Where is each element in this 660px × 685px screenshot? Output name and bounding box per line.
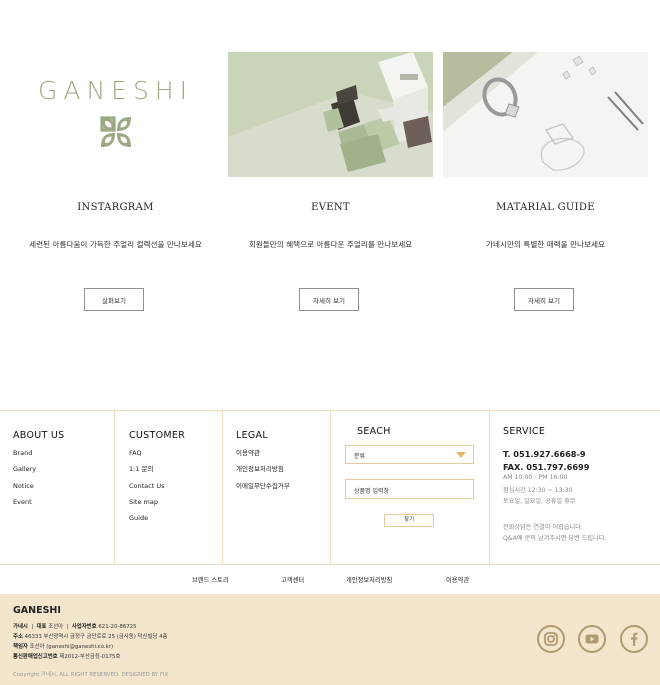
service-heading: SERVICE [503, 426, 546, 437]
logo-wordmark: GANESHI [37, 76, 193, 105]
service-hours: AM 10:00 - PM 16:00 [503, 474, 568, 481]
instagram-icon[interactable] [537, 625, 565, 653]
event-scene-illustration [228, 52, 433, 177]
divider: | [29, 624, 37, 630]
card-title: INSTARGRAM [77, 202, 154, 213]
card-event: EVENT 회원들만의 혜택으로 아름다운 주얼리를 만나보세요 자세히 보기 [228, 52, 433, 311]
mail-order-label: 통신판매업신고번호 [13, 654, 58, 660]
card-description: 가네시만의 특별한 매력을 만나보세요 [485, 240, 606, 249]
company-line-4: 통신판매업신고번호 제2012-부산금정-0175호 [13, 652, 120, 660]
footer-link-gallery[interactable]: Gallery [13, 464, 36, 480]
search-button[interactable]: 찾기 [384, 514, 434, 527]
search-heading: SEACH [357, 426, 391, 437]
footer-link-faq[interactable]: FAQ [129, 448, 165, 464]
service-notice-1: 전화상담은 연결이 어렵습니다. [503, 524, 583, 531]
guide-detail-button[interactable]: 자세히 보기 [514, 288, 574, 311]
business-number-label: 사업자번호 [71, 624, 97, 630]
jewelry-illustration [443, 52, 648, 177]
footer-link-guide[interactable]: Guide [129, 513, 165, 529]
address-value: 46333 부산광역시 금정구 금단로로 25 (금사동) 덕신빌딩 4층 [24, 634, 168, 640]
footer-link-notice[interactable]: Notice [13, 481, 36, 497]
footer-link-brand[interactable]: Brand [13, 448, 36, 464]
mail-order-value: 제2012-부산금정-0175호 [59, 654, 121, 660]
footer-link-terms[interactable]: 이용약관 [236, 448, 290, 464]
instagram-glyph [544, 632, 558, 646]
manager-label: 책임자 [13, 644, 28, 650]
divider: | [64, 624, 72, 630]
link-terms[interactable]: 이용약관 [446, 575, 469, 584]
legal-column: LEGAL 이용약관 개인정보처리방침 이메일무단수집거부 [223, 411, 331, 565]
service-notice-2: Q&A에 문의 남겨주시면 답변 드립니다. [503, 535, 607, 542]
dropdown-arrow-icon [456, 452, 466, 458]
copyright: Copyright 가네시. ALL RIGHT RESERVED. DESIG… [13, 672, 169, 678]
company-label: 가네시 [13, 624, 28, 630]
company-line-1: 가네시 | 대표 조선아 | 사업자번호 621-20-86725 [13, 622, 137, 630]
company-info: GANESHI 가네시 | 대표 조선아 | 사업자번호 621-20-8672… [0, 594, 660, 685]
footer-link-email-refusal[interactable]: 이메일무단수집거부 [236, 481, 290, 497]
youtube-glyph [585, 634, 599, 644]
event-image[interactable] [228, 52, 433, 177]
facebook-icon[interactable] [620, 625, 648, 653]
card-instagram: GANESHI INSTARGRAM 세련된 아름다움이 가득한 주얼리 컬렉션… [13, 52, 218, 311]
category-select[interactable]: 분류 [345, 445, 474, 464]
promo-cards: GANESHI INSTARGRAM 세련된 아름다움이 가득한 주얼리 컬렉션… [13, 52, 648, 312]
company-line-2: 주소 46333 부산광역시 금정구 금단로로 25 (금사동) 덕신빌딩 4층 [13, 632, 167, 640]
search-column: SEACH 분류 상품명 입력창 찾기 [331, 411, 490, 565]
card-material-guide: MATARIAL GUIDE 가네시만의 특별한 매력을 만나보세요 자세히 보… [443, 52, 648, 311]
legal-heading: LEGAL [236, 430, 268, 441]
legal-list: 이용약관 개인정보처리방침 이메일무단수집거부 [236, 448, 290, 497]
service-lunch: 점심시간 12:30 ~ 13:30 [503, 487, 573, 494]
service-fax: FAX. 051.797.6699 [503, 462, 590, 472]
product-search-input[interactable]: 상품명 입력창 [345, 479, 474, 499]
customer-list: FAQ 1:1 문의 Contact Us Site map Guide [129, 448, 165, 529]
customer-heading: CUSTOMER [129, 430, 186, 441]
address-label: 주소 [13, 634, 23, 640]
footer-link-contact[interactable]: Contact Us [129, 481, 165, 497]
ceo-value: 조선아 [48, 624, 64, 630]
facebook-glyph [631, 632, 638, 646]
material-guide-image[interactable] [443, 52, 648, 177]
card-title: MATARIAL GUIDE [496, 202, 595, 213]
link-customer-center[interactable]: 고객센터 [281, 575, 304, 584]
category-select-value: 분류 [354, 453, 366, 460]
brand-logo-image[interactable]: GANESHI [13, 52, 218, 177]
instagram-view-button[interactable]: 살펴보기 [84, 288, 144, 311]
customer-column: CUSTOMER FAQ 1:1 문의 Contact Us Site map … [115, 411, 223, 565]
about-heading: ABOUT US [13, 430, 65, 441]
manager-value: 조선아 (ganeshi@ganeshi.co.kr) [29, 644, 114, 650]
company-line-3: 책임자 조선아 (ganeshi@ganeshi.co.kr) [13, 642, 113, 650]
link-brand-story[interactable]: 브랜드 스토리 [192, 575, 229, 584]
bottom-links: 브랜드 스토리 고객센터 개인정보처리방침 이용약관 [0, 572, 660, 586]
footer-link-sitemap[interactable]: Site map [129, 497, 165, 513]
footer-link-privacy[interactable]: 개인정보처리방침 [236, 464, 290, 480]
card-title: EVENT [311, 202, 350, 213]
footer-link-event[interactable]: Event [13, 497, 36, 513]
event-detail-button[interactable]: 자세히 보기 [299, 288, 359, 311]
link-privacy-policy[interactable]: 개인정보처리방침 [346, 575, 392, 584]
logo-mark-icon [100, 116, 131, 147]
ceo-label: 대표 [36, 624, 47, 630]
footer-menus: ABOUT US Brand Gallery Notice Event CUST… [0, 410, 660, 565]
about-column: ABOUT US Brand Gallery Notice Event [0, 411, 115, 565]
youtube-icon[interactable] [578, 625, 606, 653]
service-column: SERVICE T. 051.927.6668-9 FAX. 051.797.6… [490, 411, 660, 565]
service-closed: 토요일, 일요일, 공휴일 휴무 [503, 498, 576, 505]
about-list: Brand Gallery Notice Event [13, 448, 36, 513]
company-name: GANESHI [13, 605, 61, 616]
card-description: 회원들만의 혜택으로 아름다운 주얼리를 만나보세요 [248, 240, 413, 249]
footer-link-inquiry[interactable]: 1:1 문의 [129, 464, 165, 480]
card-description: 세련된 아름다움이 가득한 주얼리 컬렉션을 만나보세요 [29, 240, 202, 249]
business-number-value: 621-20-86725 [98, 624, 137, 630]
service-phone: T. 051.927.6668-9 [503, 449, 586, 459]
